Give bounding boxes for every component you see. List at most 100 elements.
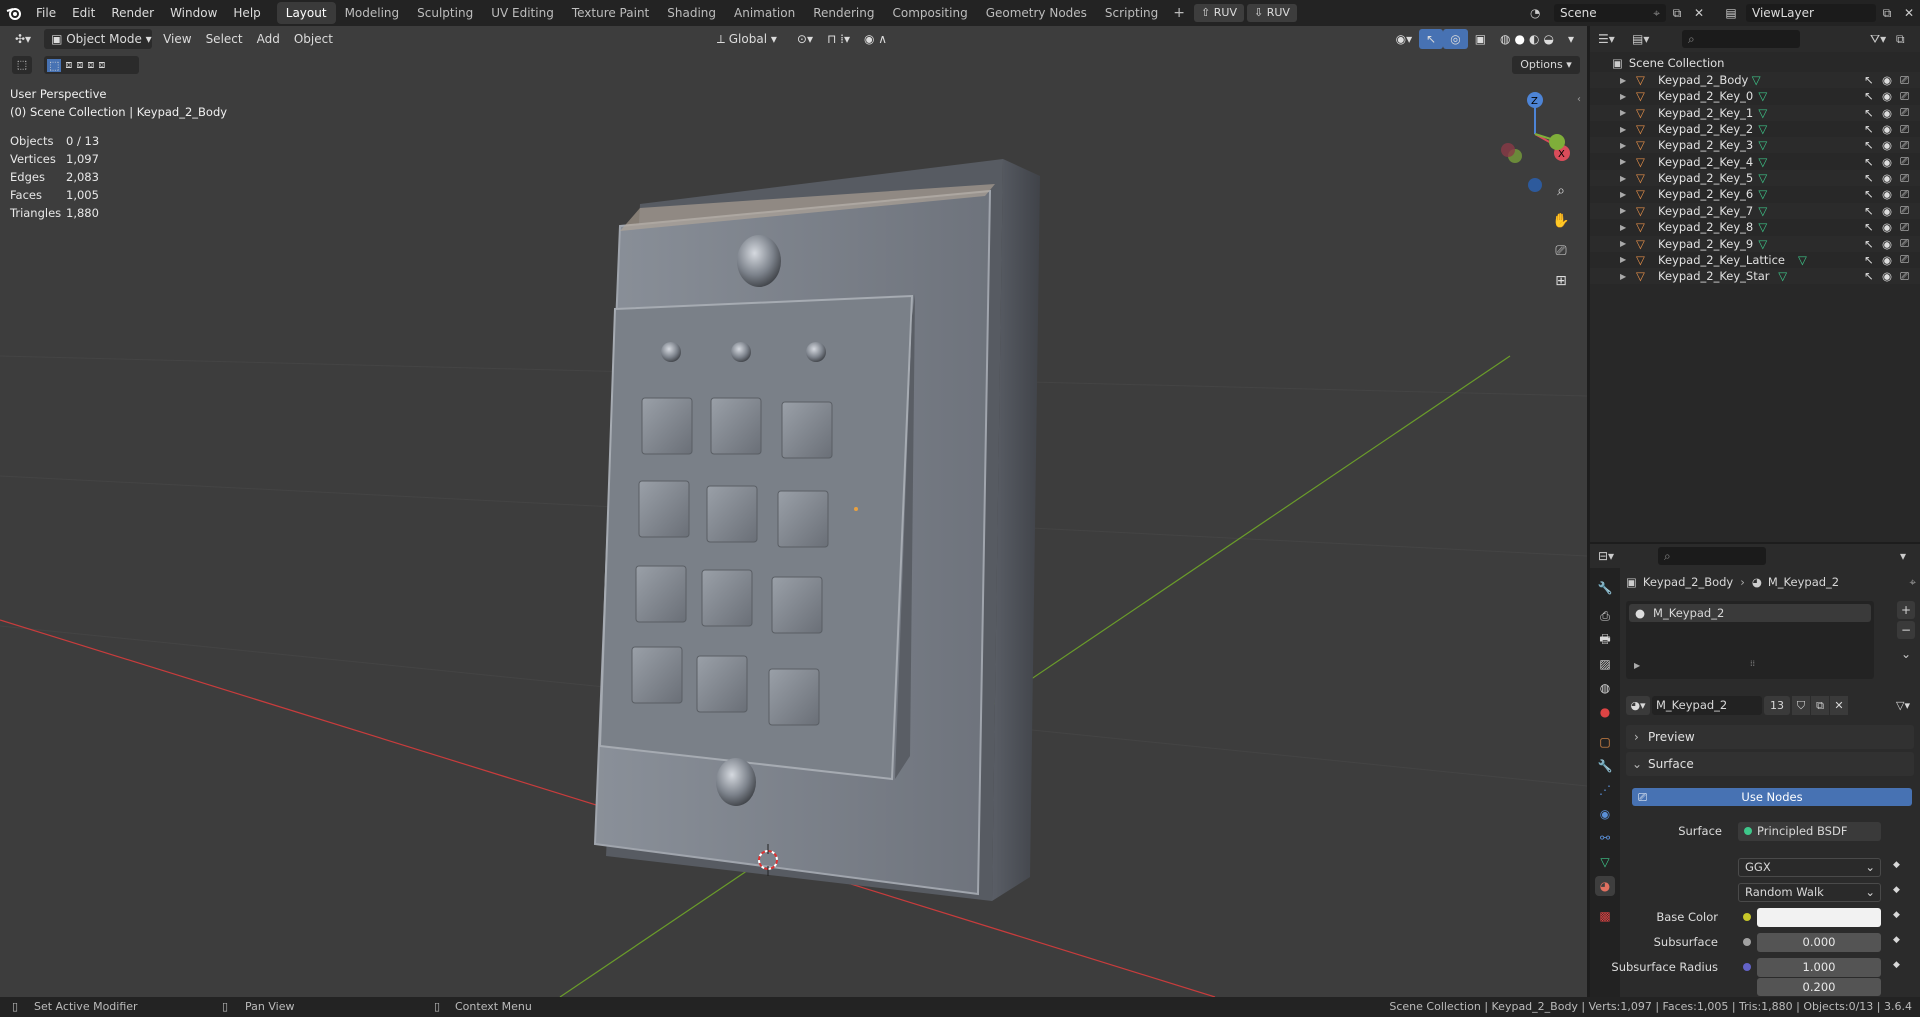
outliner-item[interactable]: ▶ ▽ Keypad_2_Key_Lattice ▽ ↖ ◉ ⎚ — [1590, 252, 1920, 268]
zoom-icon[interactable]: ⌕ — [1548, 178, 1574, 204]
data-tab-icon[interactable]: ▽ — [1595, 852, 1615, 872]
overlay-toggle-icon[interactable]: ◎ — [1443, 29, 1468, 49]
subsurface-method-dropdown[interactable]: Random Walk ⌄ — [1738, 883, 1881, 902]
visibility-toggle-icon[interactable]: ◉ — [1882, 269, 1900, 283]
tab-geometry-nodes[interactable]: Geometry Nodes — [977, 2, 1096, 24]
outliner-item[interactable]: ▶ ▽ Keypad_2_Body ▽ ↖ ◉ ⎚ — [1590, 72, 1920, 88]
viewport-menu-select[interactable]: Select — [199, 29, 250, 49]
outliner-editor-type-icon[interactable]: ☰▾ — [1598, 32, 1624, 46]
xray-toggle-icon[interactable]: ▣ — [1468, 29, 1493, 49]
visibility-toggle-icon[interactable]: ◉ — [1882, 106, 1900, 120]
subsurface-radius-y-field[interactable]: 0.200 — [1757, 978, 1881, 996]
expand-arrow-icon[interactable]: ▶ — [1620, 223, 1636, 232]
rendered-icon[interactable]: ◒ — [1543, 29, 1553, 49]
outliner-item[interactable]: ▶ ▽ Keypad_2_Key_5 ▽ ↖ ◉ ⎚ — [1590, 170, 1920, 187]
ruv-import-button[interactable]: ⇩ RUV — [1246, 4, 1297, 22]
menu-edit[interactable]: Edit — [64, 0, 103, 26]
selectable-toggle-icon[interactable]: ↖ — [1864, 253, 1882, 267]
blender-logo-icon[interactable] — [0, 5, 28, 21]
outliner-item[interactable]: ▶ ▽ Keypad_2_Key_2 ▽ ↖ ◉ ⎚ — [1590, 121, 1920, 137]
expand-arrow-icon[interactable]: ▶ — [1620, 141, 1636, 150]
tab-modeling[interactable]: Modeling — [336, 2, 409, 24]
scene-collection-row[interactable]: ▣ Scene Collection — [1590, 53, 1920, 73]
viewport-menu-object[interactable]: Object — [287, 29, 340, 49]
expand-arrow-icon[interactable]: ▶ — [1620, 108, 1636, 117]
visibility-toggle-icon[interactable]: ◉ — [1882, 204, 1900, 218]
expand-arrow-icon[interactable]: ▶ — [1620, 92, 1636, 101]
subsurface-radius-socket-icon[interactable] — [1743, 963, 1751, 971]
selectable-toggle-icon[interactable]: ↖ — [1864, 269, 1882, 283]
outliner-search-input[interactable]: ⌕ — [1682, 30, 1800, 48]
distribution-keyframe-icon[interactable]: ◆ — [1893, 860, 1900, 870]
material-browse-icon[interactable]: ◕▾ — [1626, 696, 1650, 715]
expand-arrow-icon[interactable]: ▶ — [1620, 190, 1636, 199]
base-color-keyframe-icon[interactable]: ◆ — [1893, 910, 1900, 920]
viewport-menu-view[interactable]: View — [156, 29, 198, 49]
camera-view-icon[interactable]: ⎚ — [1548, 238, 1574, 264]
render-toggle-icon[interactable]: ⎚ — [1900, 171, 1920, 186]
selection-modes[interactable]: ⬚ ⧈ ⧈ ⧈ ⧈ — [44, 56, 139, 74]
visibility-toggle-icon[interactable]: ◉ — [1882, 122, 1900, 136]
render-toggle-icon[interactable]: ⎚ — [1900, 236, 1920, 251]
material-preview-icon[interactable]: ◐ — [1529, 29, 1539, 49]
outliner-item[interactable]: ▶ ▽ Keypad_2_Key_9 ▽ ↖ ◉ ⎚ — [1590, 235, 1920, 252]
remove-view-layer-icon[interactable]: ✕ — [1898, 6, 1920, 20]
slot-resize-handle-icon[interactable]: ⁞⁞ — [1750, 659, 1755, 668]
new-scene-icon[interactable]: ⧉ — [1666, 6, 1688, 21]
render-toggle-icon[interactable]: ⎚ — [1900, 89, 1920, 104]
visibility-toggle-icon[interactable]: ◉ — [1882, 253, 1900, 267]
proportional-edit-icon[interactable]: ◉ ∧ — [857, 29, 894, 49]
outliner-item[interactable]: ▶ ▽ Keypad_2_Key_0 ▽ ↖ ◉ ⎚ — [1590, 88, 1920, 104]
scene-canvas[interactable] — [0, 26, 1587, 997]
visibility-toggle-icon[interactable]: ◉ — [1882, 237, 1900, 251]
visibility-toggle-icon[interactable]: ◉ — [1882, 187, 1900, 201]
render-toggle-icon[interactable]: ⎚ — [1900, 138, 1920, 153]
visibility-toggle-icon[interactable]: ◉ — [1882, 155, 1900, 169]
visibility-toggle-icon[interactable]: ◉ — [1882, 171, 1900, 185]
shading-options-icon[interactable]: ▾ — [1561, 29, 1581, 49]
base-color-socket-icon[interactable] — [1743, 913, 1751, 921]
render-toggle-icon[interactable]: ⎚ — [1900, 154, 1920, 169]
render-toggle-icon[interactable]: ⎚ — [1900, 73, 1920, 88]
world-tab-icon[interactable]: ● — [1595, 702, 1615, 722]
transform-orientation-selector[interactable]: ⟂ Global ▾ — [710, 29, 790, 49]
selectable-toggle-icon[interactable]: ↖ — [1864, 138, 1882, 152]
ruv-export-button[interactable]: ⇧ RUV — [1194, 4, 1244, 22]
pin-icon[interactable]: ⌖ — [1910, 575, 1916, 590]
new-collection-icon[interactable]: ⧉ — [1896, 32, 1920, 47]
visibility-toggle-icon[interactable]: ◉ — [1882, 220, 1900, 234]
tab-layout[interactable]: Layout — [276, 2, 336, 24]
tab-rendering[interactable]: Rendering — [804, 2, 883, 24]
expand-arrow-icon[interactable]: ▶ — [1620, 125, 1636, 134]
material-slot-row[interactable]: ● M_Keypad_2 — [1629, 604, 1871, 622]
selectable-toggle-icon[interactable]: ↖ — [1864, 122, 1882, 136]
subsurface-field[interactable]: 0.000 — [1757, 933, 1881, 952]
surface-shader-field[interactable]: Principled BSDF — [1738, 822, 1881, 841]
physics-tab-icon[interactable]: ◉ — [1595, 804, 1615, 824]
wireframe-icon[interactable]: ◍ — [1500, 29, 1510, 49]
mode-selector[interactable]: ▣ Object Mode ▾ — [44, 29, 153, 49]
distribution-dropdown[interactable]: GGX ⌄ — [1738, 858, 1881, 877]
subsurface-socket-icon[interactable] — [1743, 938, 1751, 946]
properties-options-icon[interactable]: ▾ — [1900, 549, 1920, 563]
navigation-gizmo[interactable]: Z X — [1490, 84, 1580, 194]
view-layer-selector[interactable]: ViewLayer — [1746, 4, 1876, 22]
tab-sculpting[interactable]: Sculpting — [408, 2, 482, 24]
constraints-tab-icon[interactable]: ⚯ — [1595, 828, 1615, 848]
expand-arrow-icon[interactable]: ▶ — [1620, 255, 1636, 264]
gizmo-toggle-icon[interactable]: ↖ — [1419, 29, 1444, 49]
tab-shading[interactable]: Shading — [658, 2, 725, 24]
subtract-selection-icon[interactable]: ⧈ — [76, 58, 83, 72]
slot-specials-icon[interactable]: ⌄ — [1897, 645, 1915, 663]
render-toggle-icon[interactable]: ⎚ — [1900, 122, 1920, 137]
extend-selection-icon[interactable]: ⧈ — [65, 58, 72, 72]
filter-icon[interactable]: ⛛▾ — [1870, 32, 1896, 47]
tab-animation[interactable]: Animation — [725, 2, 804, 24]
menu-window[interactable]: Window — [162, 0, 225, 26]
scene-icon[interactable]: ◔ — [1530, 6, 1554, 20]
viewport-menu-add[interactable]: Add — [250, 29, 287, 49]
remove-slot-icon[interactable]: − — [1897, 621, 1915, 639]
selectable-toggle-icon[interactable]: ↖ — [1864, 155, 1882, 169]
outliner-item[interactable]: ▶ ▽ Keypad_2_Key_Star ▽ ↖ ◉ ⎚ — [1590, 268, 1920, 285]
selectable-toggle-icon[interactable]: ↖ — [1864, 89, 1882, 103]
